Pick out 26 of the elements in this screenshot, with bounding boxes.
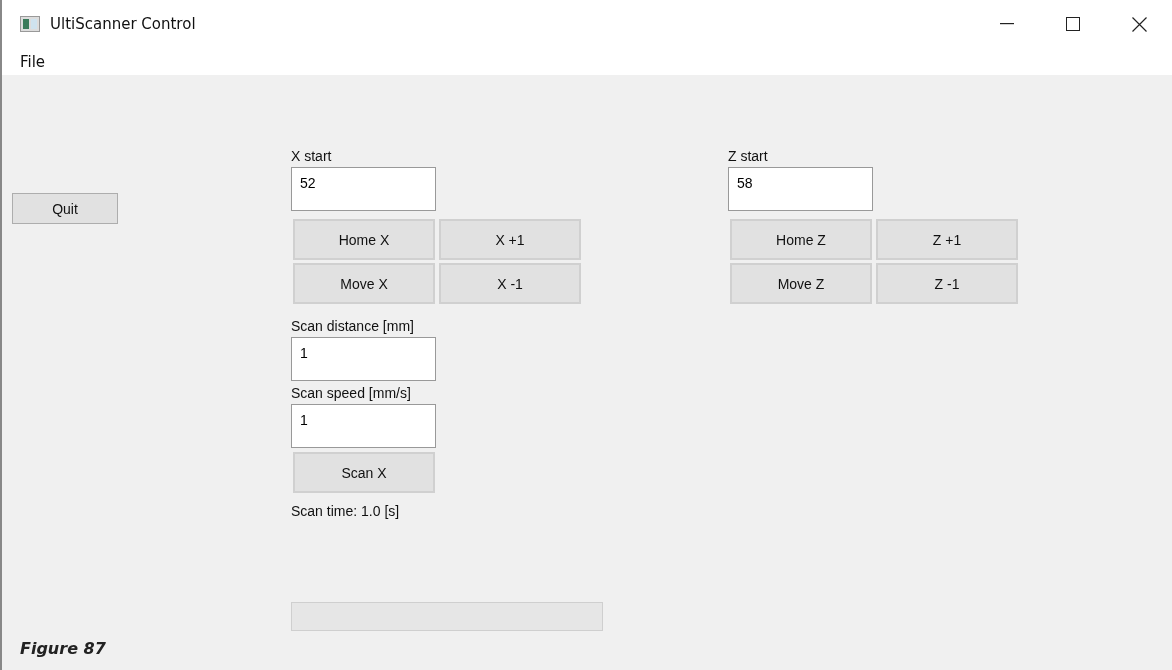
input-field[interactable]: 52 xyxy=(291,167,436,211)
axis-button[interactable]: X -1 xyxy=(439,263,581,304)
input-field[interactable]: 58 xyxy=(728,167,873,211)
scan-time: Scan time: 1.0 [s] xyxy=(291,503,401,521)
axis-button[interactable]: X +1 xyxy=(439,219,581,260)
field-label: Scan speed [mm/s] xyxy=(291,385,412,403)
menu-item[interactable]: File xyxy=(12,52,54,71)
app-icon xyxy=(20,16,40,32)
axis-button[interactable]: Z +1 xyxy=(876,219,1018,260)
figure-caption: Figure 87 xyxy=(19,639,107,660)
axis-button[interactable]: Z -1 xyxy=(876,263,1018,304)
close-icon xyxy=(1131,16,1147,32)
scan-button[interactable]: Scan X xyxy=(293,452,435,493)
field-label: Z start xyxy=(728,148,769,166)
input-field[interactable]: 1 xyxy=(291,337,436,381)
field-label: Scan distance [mm] xyxy=(291,318,415,336)
quit-button[interactable]: Quit xyxy=(12,193,118,224)
axis-button[interactable]: Move Z xyxy=(730,263,872,304)
input-field[interactable]: 1 xyxy=(291,404,436,448)
maximize-icon xyxy=(1066,17,1080,31)
axis-button[interactable]: Home Z xyxy=(730,219,872,260)
axis-button[interactable]: Move X xyxy=(293,263,435,304)
field-label: X start xyxy=(291,148,333,166)
minimize-icon xyxy=(1000,23,1014,25)
axis-button[interactable]: Home X xyxy=(293,219,435,260)
window-title: UltiScanner Control xyxy=(50,15,197,33)
